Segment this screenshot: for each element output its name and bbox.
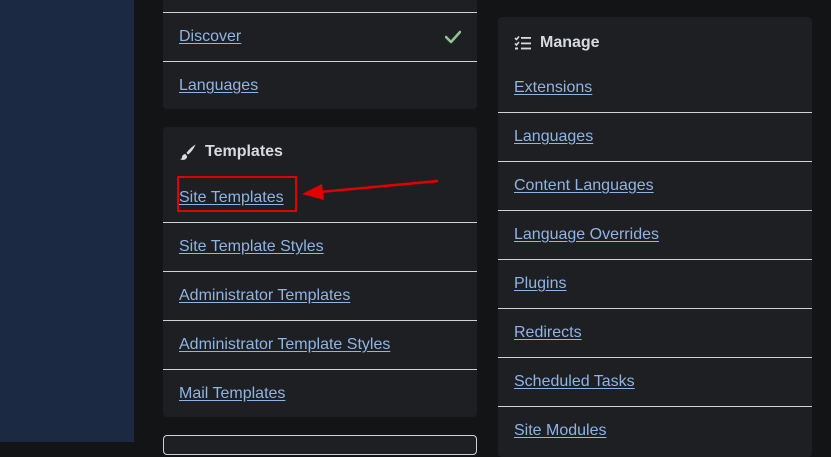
manage-card: Manage Extensions Languages Content Lang…: [498, 17, 812, 457]
administrator-template-styles-link[interactable]: Administrator Template Styles: [179, 336, 390, 354]
list-item-redirects[interactable]: Redirects: [498, 308, 812, 357]
annotation-arrow-icon: [302, 179, 439, 200]
brush-icon: [180, 144, 196, 160]
plugins-link[interactable]: Plugins: [514, 275, 566, 293]
list-item-scheduled-tasks[interactable]: Scheduled Tasks: [498, 357, 812, 406]
list-item-manage-languages[interactable]: Languages: [498, 112, 812, 161]
admin-sidebar: [0, 0, 134, 442]
manage-title-text: Manage: [540, 34, 600, 51]
discover-link[interactable]: Discover: [179, 28, 241, 46]
list-item-languages[interactable]: Languages: [163, 61, 477, 110]
language-overrides-link[interactable]: Language Overrides: [514, 226, 659, 244]
templates-title-text: Templates: [205, 143, 283, 160]
list-item-extensions[interactable]: Extensions: [498, 63, 812, 112]
list-item-site-modules[interactable]: Site Modules: [498, 406, 812, 455]
next-card: [163, 435, 477, 455]
list-item-mail-templates[interactable]: Mail Templates: [163, 369, 477, 418]
manage-card-title: Manage: [514, 34, 600, 52]
manage-languages-link[interactable]: Languages: [514, 128, 593, 146]
list-item-discover[interactable]: Discover: [163, 12, 477, 61]
list-item-plugins[interactable]: Plugins: [498, 259, 812, 308]
administrator-templates-link[interactable]: Administrator Templates: [179, 287, 350, 305]
list-check-icon: [514, 35, 531, 50]
templates-card: Templates Site Templates Site Template S…: [163, 127, 477, 417]
list-item-content-languages[interactable]: Content Languages: [498, 161, 812, 210]
mail-templates-link[interactable]: Mail Templates: [179, 385, 285, 403]
templates-card-title: Templates: [179, 143, 283, 161]
list-item-language-overrides[interactable]: Language Overrides: [498, 210, 812, 259]
discover-card: Discover Languages: [163, 0, 477, 109]
check-icon: [445, 30, 461, 44]
list-item-site-template-styles[interactable]: Site Template Styles: [163, 222, 477, 271]
extensions-link[interactable]: Extensions: [514, 79, 592, 97]
list-item-administrator-template-styles[interactable]: Administrator Template Styles: [163, 320, 477, 369]
site-template-styles-link[interactable]: Site Template Styles: [179, 238, 324, 256]
content-languages-link[interactable]: Content Languages: [514, 177, 654, 195]
redirects-link[interactable]: Redirects: [514, 324, 582, 342]
site-modules-link[interactable]: Site Modules: [514, 422, 607, 440]
scheduled-tasks-link[interactable]: Scheduled Tasks: [514, 373, 635, 391]
list-item-administrator-templates[interactable]: Administrator Templates: [163, 271, 477, 320]
annotation-highlight-box: [177, 176, 297, 212]
languages-link[interactable]: Languages: [179, 77, 258, 95]
